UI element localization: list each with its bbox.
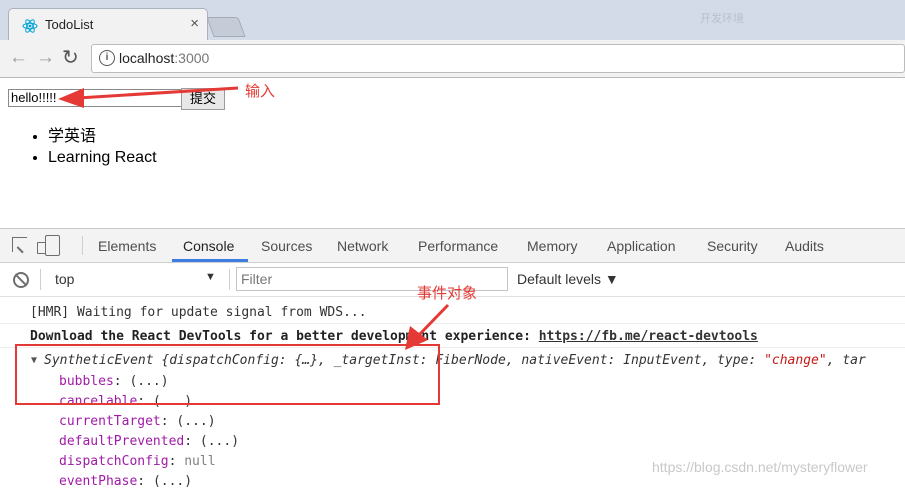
annotation-arrows [58, 86, 450, 350]
annotation-arrow-event [405, 303, 450, 350]
annotation-arrow-input [58, 86, 239, 108]
watermark: https://blog.csdn.net/mysteryflower [652, 459, 868, 475]
